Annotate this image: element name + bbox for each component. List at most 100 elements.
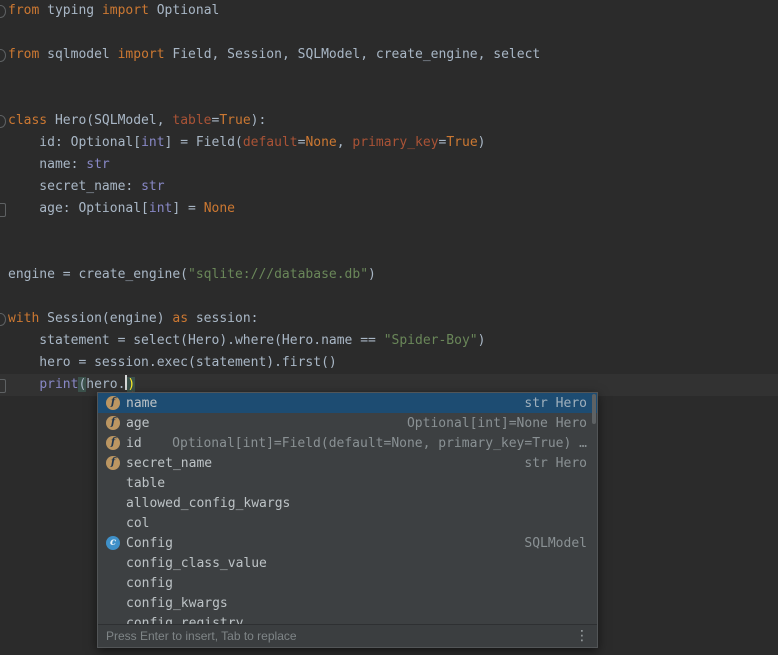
code-line[interactable]: id: Optional[int] = Field(default=None, … [0, 132, 778, 154]
completion-item[interactable]: config_registry [98, 613, 597, 624]
no-icon [106, 476, 120, 490]
completion-popup: fnamestr HerofageOptional[int]=None Hero… [97, 392, 598, 648]
code-line[interactable]: name: str [0, 154, 778, 176]
completion-item[interactable]: fid Optional[int]=Field(default=None, pri… [98, 433, 597, 453]
code-line[interactable]: from typing import Optional [0, 0, 778, 22]
no-icon [106, 576, 120, 590]
field-icon: f [106, 456, 120, 470]
code-token: "Spider-Boy" [384, 333, 478, 348]
completion-tail: str Hero [512, 456, 587, 471]
code-token: True [446, 135, 477, 150]
completion-item[interactable]: config_class_value [98, 553, 597, 573]
code-line[interactable] [0, 22, 778, 44]
field-icon: f [106, 436, 120, 450]
completion-item[interactable]: col [98, 513, 597, 533]
code-token: class [8, 113, 47, 128]
code-token: True [219, 113, 250, 128]
code-line[interactable]: with Session(engine) as session: [0, 308, 778, 330]
code-line[interactable]: engine = create_engine("sqlite:///databa… [0, 264, 778, 286]
code-line[interactable]: class Hero(SQLModel, table=True): [0, 110, 778, 132]
code-token: ] = [172, 201, 203, 216]
no-icon [106, 496, 120, 510]
code-line[interactable] [0, 88, 778, 110]
code-token: int [141, 135, 164, 150]
code-line[interactable]: secret_name: str [0, 176, 778, 198]
no-icon [106, 616, 120, 624]
code-token: import [102, 3, 149, 18]
completion-item[interactable]: table [98, 473, 597, 493]
code-token: with [8, 311, 39, 326]
completion-tail: Optional[int]=None Hero [395, 416, 587, 431]
code-token: id: Optional[ [8, 135, 141, 150]
completion-label: allowed_config_kwargs [126, 496, 290, 511]
code-token: str [141, 179, 164, 194]
code-token: Session(engine) [39, 311, 172, 326]
code-token: session: [188, 311, 258, 326]
code-line[interactable] [0, 220, 778, 242]
completion-label: id [126, 436, 142, 451]
code-token: secret_name: [8, 179, 141, 194]
gutter-icon-fragment [0, 203, 6, 217]
code-line[interactable] [0, 286, 778, 308]
code-token: ) [368, 267, 376, 282]
code-line[interactable]: hero = session.exec(statement).first() [0, 352, 778, 374]
code-token: ): [251, 113, 267, 128]
field-icon: f [106, 396, 120, 410]
code-line[interactable]: statement = select(Hero).where(Hero.name… [0, 330, 778, 352]
code-token: Field, Session, SQLModel, create_engine,… [165, 47, 541, 62]
completion-label: col [126, 516, 149, 531]
gutter-icon-fragment [0, 313, 6, 326]
gutter-icon-fragment [0, 49, 6, 62]
code-token: Hero(SQLModel, [47, 113, 172, 128]
vertical-dots-icon[interactable]: ⋮ [575, 629, 589, 643]
code-token: ) [478, 333, 486, 348]
code-token: None [305, 135, 336, 150]
code-token: print [39, 377, 78, 392]
gutter-icon-fragment [0, 115, 6, 128]
popup-hint-bar: Press Enter to insert, Tab to replace ⋮ [98, 624, 597, 647]
completion-item[interactable]: f secret_name str Hero [98, 453, 597, 473]
field-icon: f [106, 416, 120, 430]
code-token: name: [8, 157, 86, 172]
completion-label: config_kwargs [126, 596, 228, 611]
completion-label: secret_name [126, 456, 212, 471]
completion-label: age [126, 416, 149, 431]
code-token: hero. [86, 377, 125, 392]
completion-label: config [126, 576, 173, 591]
code-token: from [8, 47, 39, 62]
completion-item[interactable]: config [98, 573, 597, 593]
no-icon [106, 556, 120, 570]
code-line[interactable]: age: Optional[int] = None [0, 198, 778, 220]
code-token: age: Optional[ [8, 201, 149, 216]
completion-item[interactable]: fage Optional[int]=None Hero [98, 413, 597, 433]
completion-tail: SQLModel [512, 536, 587, 551]
code-token: Optional [149, 3, 219, 18]
completion-label: table [126, 476, 165, 491]
code-line[interactable] [0, 66, 778, 88]
code-line[interactable]: from sqlmodel import Field, Session, SQL… [0, 44, 778, 66]
completion-item[interactable]: fnamestr Hero [98, 393, 597, 413]
completion-list: fnamestr HerofageOptional[int]=None Hero… [98, 393, 597, 624]
code-token: statement = select(Hero).where(Hero.name… [8, 333, 384, 348]
no-icon [106, 516, 120, 530]
completion-item[interactable]: allowed_config_kwargs [98, 493, 597, 513]
class-icon: c [106, 536, 120, 550]
code-token: as [172, 311, 188, 326]
code-token: ) [478, 135, 486, 150]
completion-item[interactable]: cConfigSQLModel [98, 533, 597, 553]
code-line[interactable] [0, 242, 778, 264]
code-token: sqlmodel [39, 47, 117, 62]
code-token: int [149, 201, 172, 216]
code-token: primary_key [352, 135, 438, 150]
completion-tail: Optional[int]=Field(default=None, primar… [160, 436, 587, 451]
popup-scrollbar-thumb[interactable] [592, 394, 596, 424]
completion-item[interactable]: config_kwargs [98, 593, 597, 613]
code-token: import [118, 47, 165, 62]
completion-tail: str Hero [512, 396, 587, 411]
code-token: typing [39, 3, 102, 18]
code-token: ] = Field( [165, 135, 243, 150]
completion-label: config_registry [126, 616, 243, 625]
code-token: hero = session.exec(statement).first() [8, 355, 337, 370]
code-token: engine = create_engine( [8, 267, 188, 282]
code-token: "sqlite:///database.db" [188, 267, 368, 282]
